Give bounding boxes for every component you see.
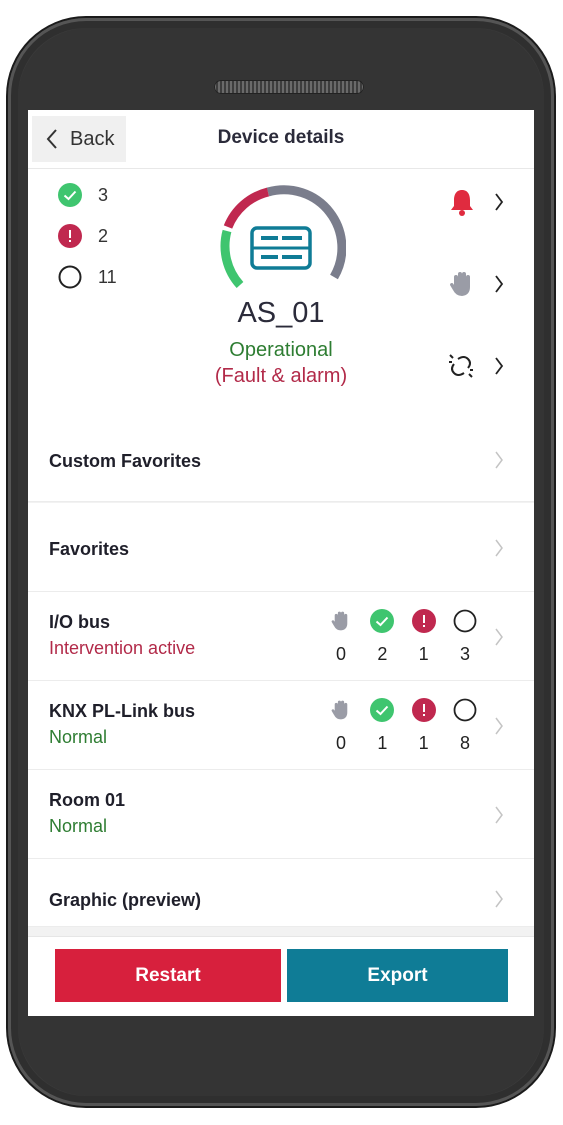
item-status: Normal xyxy=(49,816,108,836)
interventions-link[interactable] xyxy=(448,269,504,299)
chevron-right-icon xyxy=(495,628,503,646)
connectivity-link[interactable] xyxy=(446,351,504,381)
detail-list: Custom Favorites Favorites I/O bus Inter… xyxy=(28,418,534,927)
action-bar: Restart Export xyxy=(28,936,534,1016)
list-item-knx-bus[interactable]: KNX PL-Link bus Normal 0 1 1 8 xyxy=(28,681,534,770)
device-name: AS_01 xyxy=(237,297,325,329)
stat-alarm: 1 xyxy=(418,733,429,753)
count-alarm-value: 2 xyxy=(98,225,109,246)
count-ok: 3 xyxy=(58,183,108,207)
stat-alarm: 1 xyxy=(418,644,429,664)
count-unknown: 11 xyxy=(58,265,117,289)
item-stats: 0 1 1 8 xyxy=(328,697,478,754)
stat-ok: 1 xyxy=(377,733,388,753)
list-item-custom-favorites[interactable]: Custom Favorites xyxy=(28,418,534,502)
device-summary: 3 2 11 AS_01 Operational (Fault & alarm) xyxy=(28,168,534,420)
page-title: Device details xyxy=(217,127,345,148)
empty-circle-icon xyxy=(453,698,477,722)
app-screen: Back Device details 3 2 11 AS_01 Operati… xyxy=(28,110,534,1016)
stat-unknown: 8 xyxy=(459,733,470,753)
count-ok-value: 3 xyxy=(98,184,109,205)
alert-circle-icon xyxy=(411,698,436,722)
list-item-graphic-preview[interactable]: Graphic (preview) xyxy=(28,859,534,927)
alarms-link[interactable] xyxy=(448,187,504,217)
stat-interventions: 0 xyxy=(335,733,346,753)
stat-ok: 2 xyxy=(377,644,388,664)
item-name: Graphic (preview) xyxy=(49,890,202,910)
hand-icon xyxy=(331,700,348,720)
chevron-right-icon xyxy=(495,539,503,557)
chevron-right-icon xyxy=(495,451,503,469)
count-unknown-value: 11 xyxy=(98,266,117,287)
chevron-right-icon xyxy=(495,890,503,908)
check-circle-icon xyxy=(58,183,82,207)
speaker-grille xyxy=(214,80,364,94)
item-name: KNX PL-Link bus xyxy=(49,701,196,721)
status-gauge xyxy=(220,185,346,289)
item-stats: 0 2 1 3 xyxy=(328,608,478,665)
item-name: Room 01 xyxy=(49,790,126,810)
chevron-right-icon xyxy=(495,806,503,824)
stat-unknown: 3 xyxy=(459,644,470,664)
check-circle-icon xyxy=(370,609,395,633)
item-name: Custom Favorites xyxy=(49,451,202,471)
controller-icon xyxy=(250,226,312,270)
list-item-io-bus[interactable]: I/O bus Intervention active 0 2 1 3 xyxy=(28,592,534,681)
stat-interventions: 0 xyxy=(335,644,346,664)
item-status: Normal xyxy=(49,727,108,747)
export-button[interactable]: Export xyxy=(287,949,508,1002)
item-name: I/O bus xyxy=(49,612,111,632)
list-item-favorites[interactable]: Favorites xyxy=(28,503,534,592)
broken-link-icon xyxy=(449,354,473,378)
chevron-right-icon xyxy=(495,357,504,375)
item-status: Intervention active xyxy=(49,638,196,658)
bell-icon xyxy=(451,190,473,216)
count-alarm: 2 xyxy=(58,224,108,248)
chevron-right-icon xyxy=(495,275,504,293)
alert-circle-icon xyxy=(58,224,82,248)
item-name: Favorites xyxy=(49,539,130,559)
alert-circle-icon xyxy=(411,609,436,633)
list-item-room-01[interactable]: Room 01 Normal xyxy=(28,770,534,859)
chevron-right-icon xyxy=(495,717,503,735)
empty-circle-icon xyxy=(58,265,82,289)
restart-button[interactable]: Restart xyxy=(55,949,281,1002)
check-circle-icon xyxy=(370,698,395,722)
hand-icon xyxy=(450,272,470,296)
empty-circle-icon xyxy=(453,609,477,633)
hand-icon xyxy=(331,611,348,631)
chevron-right-icon xyxy=(495,193,504,211)
top-bar: Back Device details xyxy=(28,110,534,168)
